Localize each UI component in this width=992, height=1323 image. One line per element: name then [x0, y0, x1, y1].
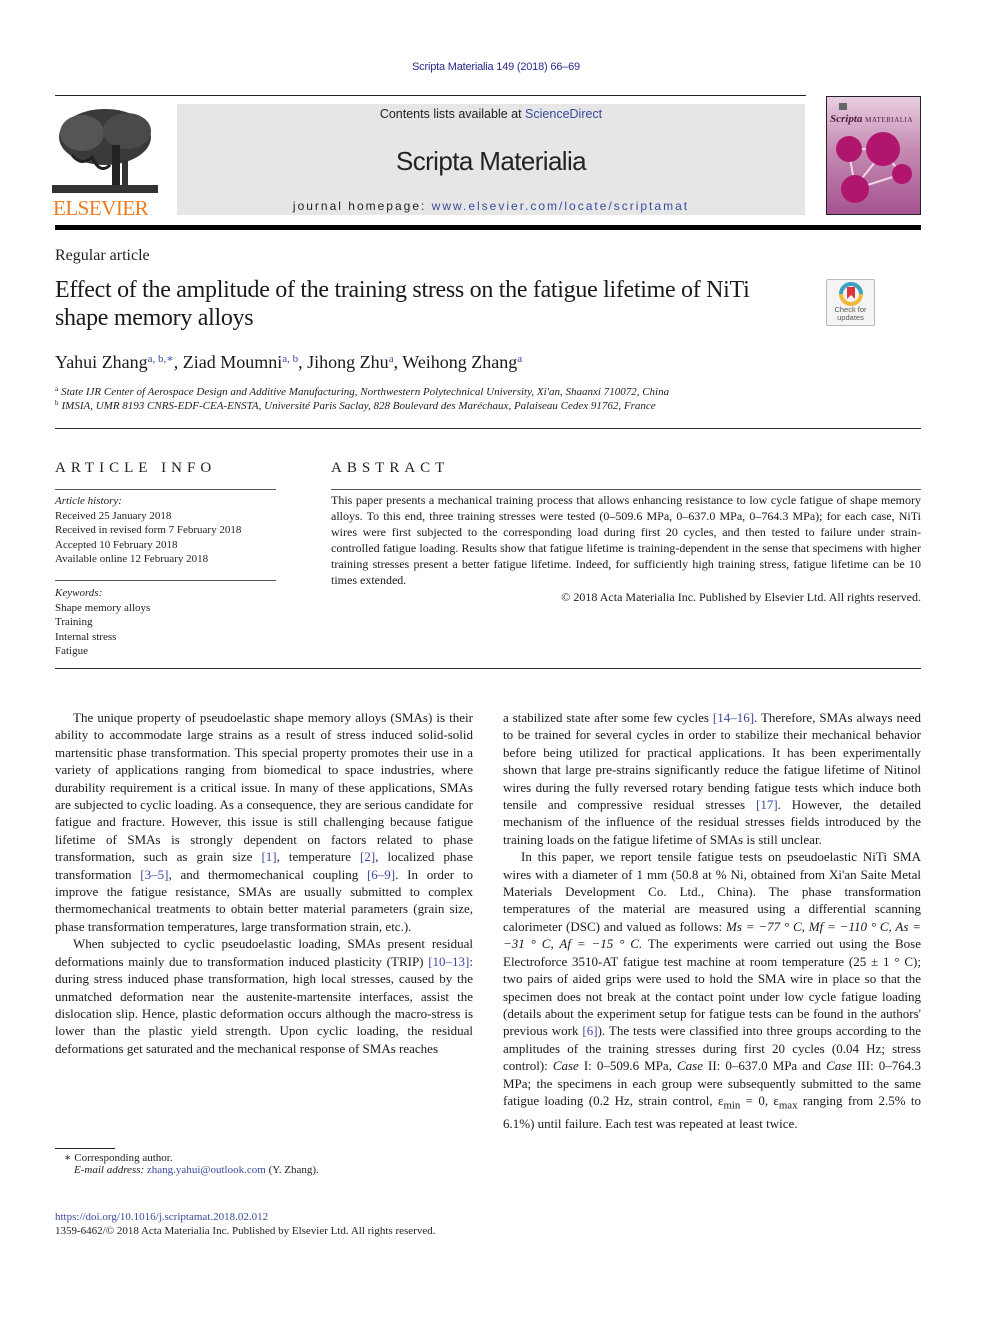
history-label: Article history: [55, 495, 122, 507]
sciencedirect-link[interactable]: ScienceDirect [525, 107, 602, 121]
homepage-line: journal homepage: www.elsevier.com/locat… [177, 199, 805, 213]
tree-icon [52, 109, 158, 193]
header-thick-rule [55, 225, 921, 230]
abstract-text: This paper presents a mechanical trainin… [331, 493, 921, 587]
citation-link[interactable]: [14–16] [713, 710, 754, 725]
author-name[interactable]: Yahui Zhang [55, 352, 148, 372]
history-item: Received 25 January 2018 [55, 509, 172, 522]
email-link[interactable]: zhang.yahui@outlook.com [147, 1164, 266, 1176]
citation-link[interactable]: [6–9] [367, 867, 395, 882]
email-label: E-mail address: [74, 1164, 147, 1176]
journal-title: Scripta Materialia [395, 146, 587, 176]
citation-link[interactable]: [17] [756, 797, 778, 812]
text-run: , and thermomechanical coupling [168, 866, 367, 882]
history-item: Available online 12 February 2018 [55, 553, 209, 565]
header-rule [55, 95, 806, 96]
check-for-updates-button[interactable]: Check for updates [826, 279, 875, 326]
crossmark-label-2: updates [837, 313, 864, 322]
body-column-left: The unique property of pseudoelastic sha… [55, 709, 473, 1057]
abstract-copyright: © 2018 Acta Materialia Inc. Published by… [561, 590, 921, 604]
affiliation-text: State IJR Center of Aerospace Design and… [61, 386, 670, 398]
text-run: = 0, ε [740, 1092, 779, 1108]
citation-link[interactable]: [3–5] [140, 867, 168, 882]
article-info-heading: ARTICLE INFO [55, 460, 217, 476]
math-ms: Ms = −77 ° C, [726, 918, 809, 934]
author-affil-sup[interactable]: a [517, 353, 522, 365]
keyword-item[interactable]: Training [55, 615, 276, 630]
text-run: a stabilized state after some few cycles [503, 710, 713, 725]
article-title: Effect of the amplitude of the training … [55, 277, 750, 331]
divider [55, 489, 276, 490]
math-af: Af = −15 ° C. [559, 936, 643, 952]
author-affil-sup[interactable]: a, b,∗ [148, 353, 174, 365]
issn-copyright: 1359-6462/© 2018 Acta Materialia Inc. Pu… [55, 1225, 436, 1237]
author-name[interactable]: Ziad Moumni [183, 352, 283, 372]
abstract-heading: ABSTRACT [331, 460, 450, 476]
email-suffix: (Y. Zhang). [265, 1164, 319, 1176]
history-item: Accepted 10 February 2018 [55, 538, 178, 551]
body-paragraph: The unique property of pseudoelastic sha… [55, 709, 473, 935]
keyword-item[interactable]: Internal stress [55, 630, 276, 645]
divider [55, 668, 921, 669]
keywords-label: Keywords: [55, 587, 103, 599]
footnote-rule [55, 1148, 115, 1149]
doi-link[interactable]: https://doi.org/10.1016/j.scriptamat.201… [55, 1211, 268, 1223]
subscript-min: min [723, 1099, 741, 1112]
journal-citation[interactable]: Scripta Materialia 149 (2018) 66–69 [0, 61, 992, 73]
affiliation-a: a State IJR Center of Aerospace Design an… [55, 385, 669, 398]
author-list: Yahui Zhanga, b,∗, Ziad Moumnia, b, Jiho… [55, 352, 523, 372]
citation-link[interactable]: [1] [261, 849, 276, 864]
text-run: The unique property of pseudoelastic sha… [55, 710, 473, 865]
affiliation-text: IMSIA, UMR 8193 CNRS-EDF-CEA-ENSTA, Univ… [61, 400, 656, 412]
corresponding-author-note: ∗ Corresponding author. [64, 1152, 173, 1164]
article-history: Article history: Received 25 January 201… [55, 494, 276, 567]
text-run: , temperature [276, 849, 361, 865]
affiliation-key: a [55, 385, 59, 393]
article-type: Regular article [55, 247, 150, 264]
contents-prefix: Contents lists available at [379, 107, 526, 121]
homepage-prefix: journal homepage: [292, 199, 432, 213]
history-item: Received in revised form 7 February 2018 [55, 524, 242, 536]
divider [55, 580, 276, 581]
body-paragraph: a stabilized state after some few cycles… [503, 709, 921, 848]
divider [331, 489, 921, 490]
keywords: Keywords: Shape memory alloys Training I… [55, 586, 276, 659]
contents-line: Contents lists available at ScienceDirec… [177, 107, 805, 121]
affiliation-b: b IMSIA, UMR 8193 CNRS-EDF-CEA-ENSTA, Uni… [55, 399, 656, 412]
journal-masthead: Contents lists available at ScienceDirec… [177, 104, 805, 215]
affiliation-key: b [55, 399, 59, 407]
citation-link[interactable]: [2] [360, 849, 375, 864]
case-label: Case [552, 1058, 579, 1074]
body-paragraph: When subjected to cyclic pseudoelastic l… [55, 935, 473, 1057]
math-mf: Mf = −110 ° C, [808, 918, 896, 934]
elsevier-wordmark: ELSEVIER [53, 196, 149, 220]
text-run: I: 0–509.6 MPa, [578, 1058, 677, 1074]
author-affil-sup[interactable]: a, b [282, 353, 298, 365]
keyword-item[interactable]: Fatigue [55, 644, 276, 659]
body-column-right: a stabilized state after some few cycles… [503, 709, 921, 1132]
divider [55, 428, 921, 429]
email-note: E-mail address: zhang.yahui@outlook.com … [74, 1164, 319, 1176]
crossmark-icon [838, 282, 863, 306]
case-label: Case [826, 1058, 853, 1074]
citation-link[interactable]: [6] [582, 1023, 597, 1038]
keyword-item[interactable]: Shape memory alloys [55, 601, 276, 616]
text-run: When subjected to cyclic pseudoelastic l… [55, 936, 473, 969]
case-label: Case [676, 1058, 703, 1074]
text-run: II: 0–637.0 MPa and [702, 1058, 827, 1074]
journal-cover-image[interactable]: Scripta MATERIALIA [826, 96, 921, 215]
author-affil-sup[interactable]: a [389, 353, 394, 365]
molecule-graphic-icon [836, 103, 912, 203]
subscript-max: max [778, 1099, 798, 1112]
homepage-link[interactable]: www.elsevier.com/locate/scriptamat [432, 199, 689, 213]
author-name[interactable]: Jihong Zhu [307, 352, 389, 372]
author-name[interactable]: Weihong Zhang [402, 352, 517, 372]
citation-link[interactable]: [10–13] [428, 954, 469, 969]
body-paragraph: In this paper, we report tensile fatigue… [503, 848, 921, 1132]
